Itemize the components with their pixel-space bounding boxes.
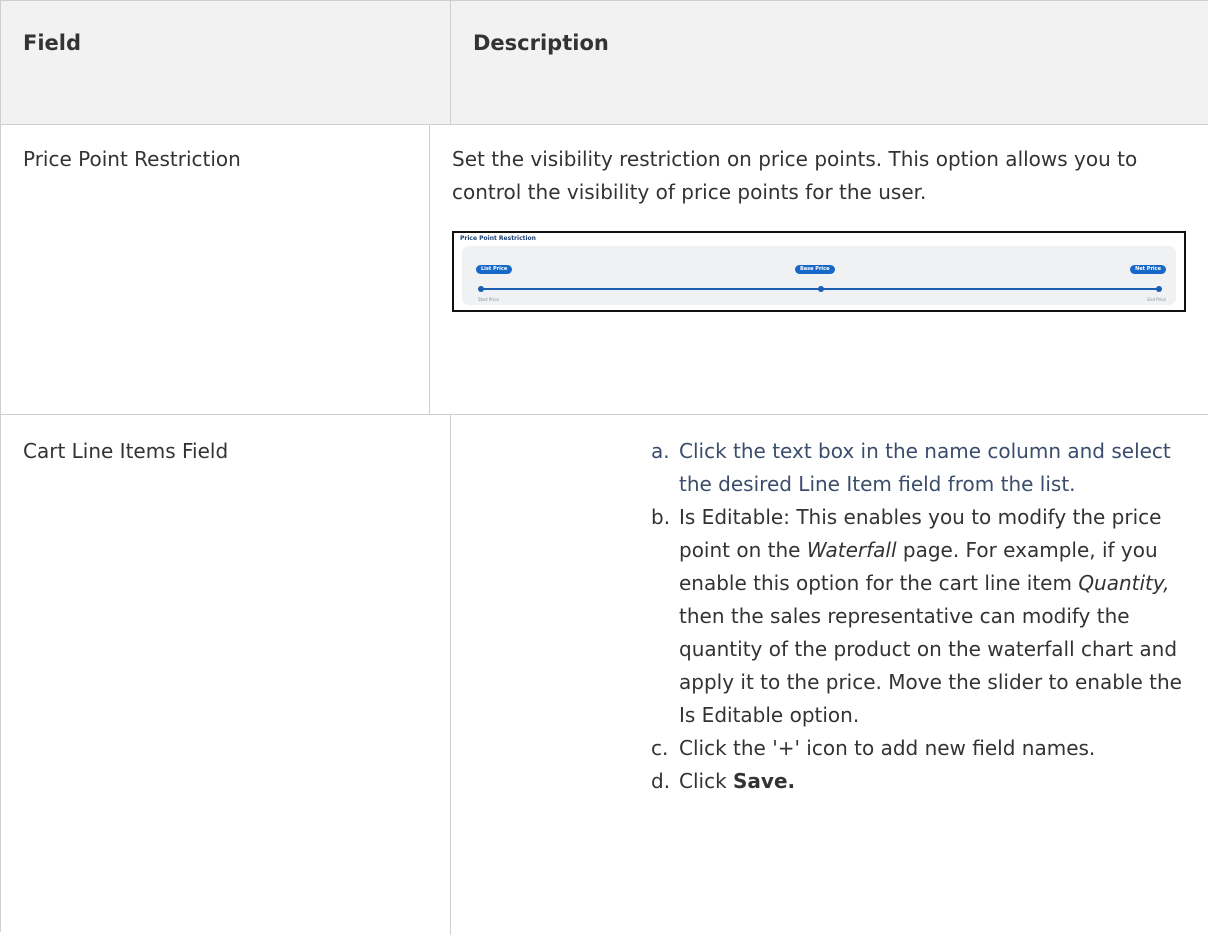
step-text: Click the text box in the name column an… (679, 439, 1171, 496)
steps-list: a. Click the text box in the name column… (651, 435, 1186, 798)
list-item: d. Click Save. (651, 765, 1186, 798)
table-header-row: Field Description (1, 0, 1208, 125)
step-marker: d. (651, 769, 671, 793)
quantity-emphasis: Quantity, (1078, 571, 1170, 595)
pill-list-price: List Price (476, 265, 513, 274)
list-item: c. Click the '+' icon to add new field n… (651, 732, 1186, 765)
table-row: Cart Line Items Field a. Click the text … (1, 415, 1208, 935)
table-row: Price Point Restriction Set the visibili… (1, 125, 1208, 415)
save-emphasis: Save. (733, 769, 796, 793)
field-description-table: Field Description Price Point Restrictio… (0, 0, 1208, 935)
pill-net-price: Net Price (1130, 265, 1166, 274)
step-marker: c. (651, 736, 669, 760)
step-text: Click the '+' icon to add new field name… (679, 736, 1096, 760)
step-marker: b. (651, 505, 671, 529)
step-marker: a. (651, 439, 670, 463)
field-description: Set the visibility restriction on price … (430, 125, 1208, 414)
field-name: Cart Line Items Field (1, 415, 451, 935)
description-text: Set the visibility restriction on price … (452, 147, 1138, 204)
pill-base-price: Base Price (795, 265, 835, 274)
step-text-part: Click (679, 769, 734, 793)
slider-handle-start (478, 286, 484, 292)
start-label: Start Price (478, 297, 499, 302)
list-item: b. Is Editable: This enables you to modi… (651, 501, 1186, 732)
slider-panel: List Price Base Price Net Price Start Pr… (462, 246, 1176, 305)
header-field: Field (1, 1, 451, 124)
waterfall-emphasis: Waterfall (806, 538, 897, 562)
header-description: Description (473, 31, 609, 55)
list-item: a. Click the text box in the name column… (651, 435, 1186, 501)
end-label: End Price (1147, 297, 1166, 302)
step-text-part: then the sales representative can modify… (679, 604, 1182, 727)
field-description: a. Click the text box in the name column… (451, 415, 1208, 935)
price-point-restriction-screenshot: Price Point Restriction List Price Base … (452, 231, 1186, 312)
field-name: Price Point Restriction (1, 125, 430, 414)
slider-handle-middle (818, 286, 824, 292)
slider-handle-end (1156, 286, 1162, 292)
screenshot-title: Price Point Restriction (460, 235, 536, 242)
